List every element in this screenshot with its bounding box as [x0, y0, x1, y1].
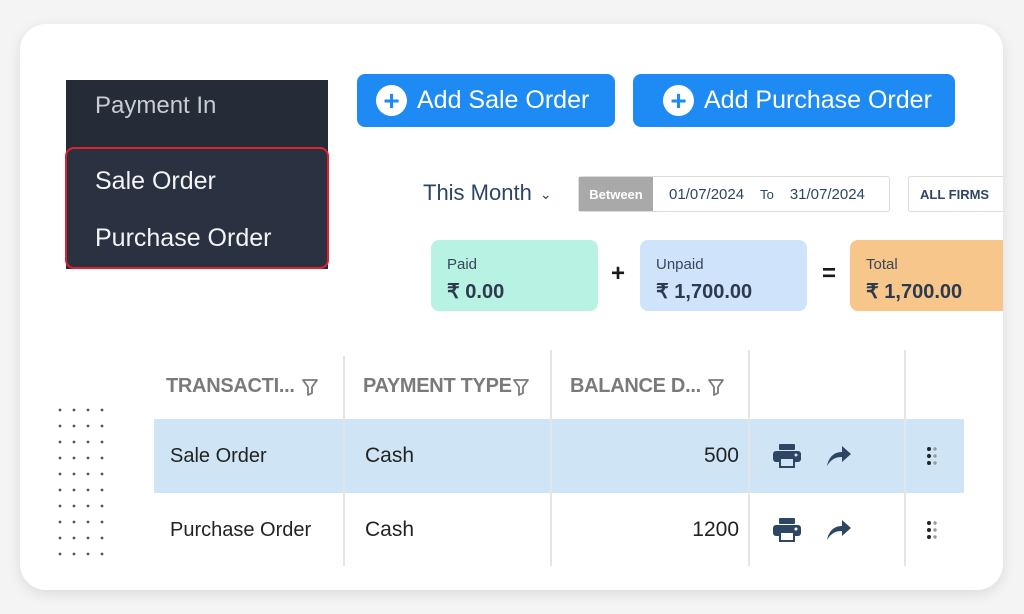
dot-grid-decoration: [53, 402, 109, 558]
table-row[interactable]: Purchase Order Cash 1200: [154, 493, 964, 567]
row-actions: [772, 493, 876, 567]
equals-operator: =: [822, 260, 837, 287]
payment-type-cell: Cash: [365, 518, 415, 541]
table-row[interactable]: Sale Order Cash 500: [154, 419, 964, 493]
column-divider: [343, 356, 345, 566]
unpaid-summary-card: Unpaid ₹ 1,700.00: [640, 240, 807, 311]
transactions-table: TRANSACTI... PAYMENT TYPE BALANCE D... S…: [154, 350, 964, 566]
column-divider: [550, 350, 552, 566]
paid-value: ₹ 0.00: [447, 281, 505, 303]
total-label: Total: [866, 256, 898, 273]
column-header-payment-type[interactable]: PAYMENT TYPE: [363, 354, 530, 419]
payment-menu: Payment In Sale Order Purchase Order: [65, 80, 329, 269]
add-sale-order-label: Add Sale Order: [417, 86, 590, 114]
more-options-icon[interactable]: [926, 419, 938, 493]
share-icon[interactable]: [826, 445, 852, 467]
firm-select[interactable]: ALL FIRMS: [908, 176, 1003, 212]
balance-cell: 1200: [692, 518, 739, 541]
add-purchase-order-button[interactable]: + Add Purchase Order: [633, 74, 955, 127]
payment-type-cell: Cash: [365, 444, 415, 467]
total-summary-card: Total ₹ 1,700.00: [850, 240, 1003, 311]
more-options-icon[interactable]: [926, 493, 938, 567]
unpaid-label: Unpaid: [656, 256, 704, 273]
chevron-down-icon: ⌄: [539, 185, 552, 202]
print-icon[interactable]: [772, 517, 802, 543]
to-label: To: [760, 186, 774, 202]
table-header: TRANSACTI... PAYMENT TYPE BALANCE D...: [154, 354, 964, 419]
menu-item-sale-order[interactable]: Sale Order: [95, 167, 216, 196]
total-value: ₹ 1,700.00: [866, 281, 963, 303]
between-label: Between: [579, 177, 653, 211]
plus-circle-icon: +: [376, 85, 407, 116]
highlighted-submenu: Sale Order Purchase Order: [65, 147, 329, 269]
row-actions: [772, 419, 876, 493]
app-card: Payment In Sale Order Purchase Order + A…: [20, 24, 1003, 590]
to-date-input[interactable]: 31/07/2024: [790, 186, 865, 203]
plus-operator: +: [611, 260, 626, 287]
print-icon[interactable]: [772, 443, 802, 469]
column-header-balance-due[interactable]: BALANCE D...: [570, 354, 725, 419]
menu-item-purchase-order[interactable]: Purchase Order: [95, 224, 271, 253]
filter-icon[interactable]: [512, 378, 530, 396]
filter-icon[interactable]: [707, 378, 725, 396]
share-icon[interactable]: [826, 519, 852, 541]
menu-item-payment-in[interactable]: Payment In: [95, 92, 216, 120]
period-dropdown[interactable]: This Month ⌄: [423, 180, 552, 206]
from-date-input[interactable]: 01/07/2024: [669, 186, 744, 203]
transaction-cell: Purchase Order: [170, 518, 312, 541]
transaction-cell: Sale Order: [170, 444, 267, 467]
filter-icon[interactable]: [301, 378, 319, 396]
add-purchase-order-label: Add Purchase Order: [704, 86, 932, 114]
add-sale-order-button[interactable]: + Add Sale Order: [357, 74, 615, 127]
unpaid-value: ₹ 1,700.00: [656, 281, 753, 303]
paid-summary-card: Paid ₹ 0.00: [431, 240, 598, 311]
column-header-transaction[interactable]: TRANSACTI...: [166, 354, 319, 419]
date-range-filter: Between 01/07/2024 To 31/07/2024: [578, 176, 890, 212]
balance-cell: 500: [703, 444, 739, 467]
plus-circle-icon: +: [663, 85, 694, 116]
period-label: This Month: [423, 180, 532, 205]
column-divider: [748, 350, 750, 566]
column-divider: [904, 350, 906, 566]
paid-label: Paid: [447, 256, 478, 273]
